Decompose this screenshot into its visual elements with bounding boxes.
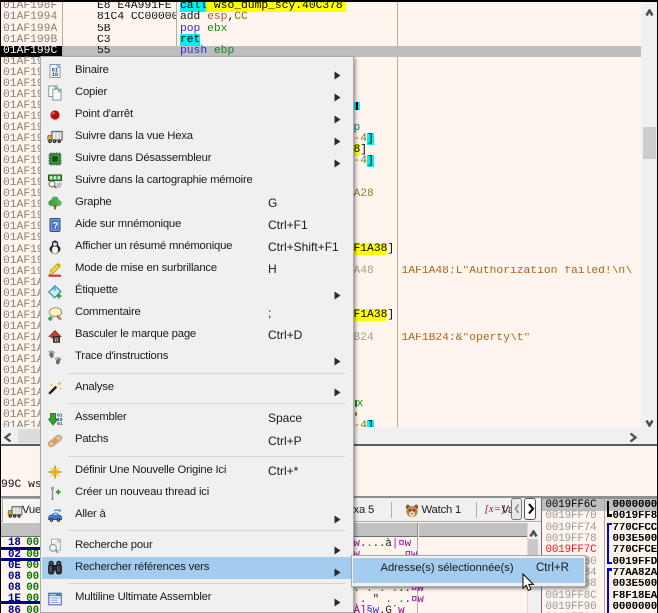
svg-text:n: n xyxy=(55,337,58,343)
svg-text:@: @ xyxy=(57,183,63,189)
svg-text:?: ? xyxy=(53,221,59,231)
svg-text:10: 10 xyxy=(52,72,58,78)
svg-text:01: 01 xyxy=(57,421,63,427)
